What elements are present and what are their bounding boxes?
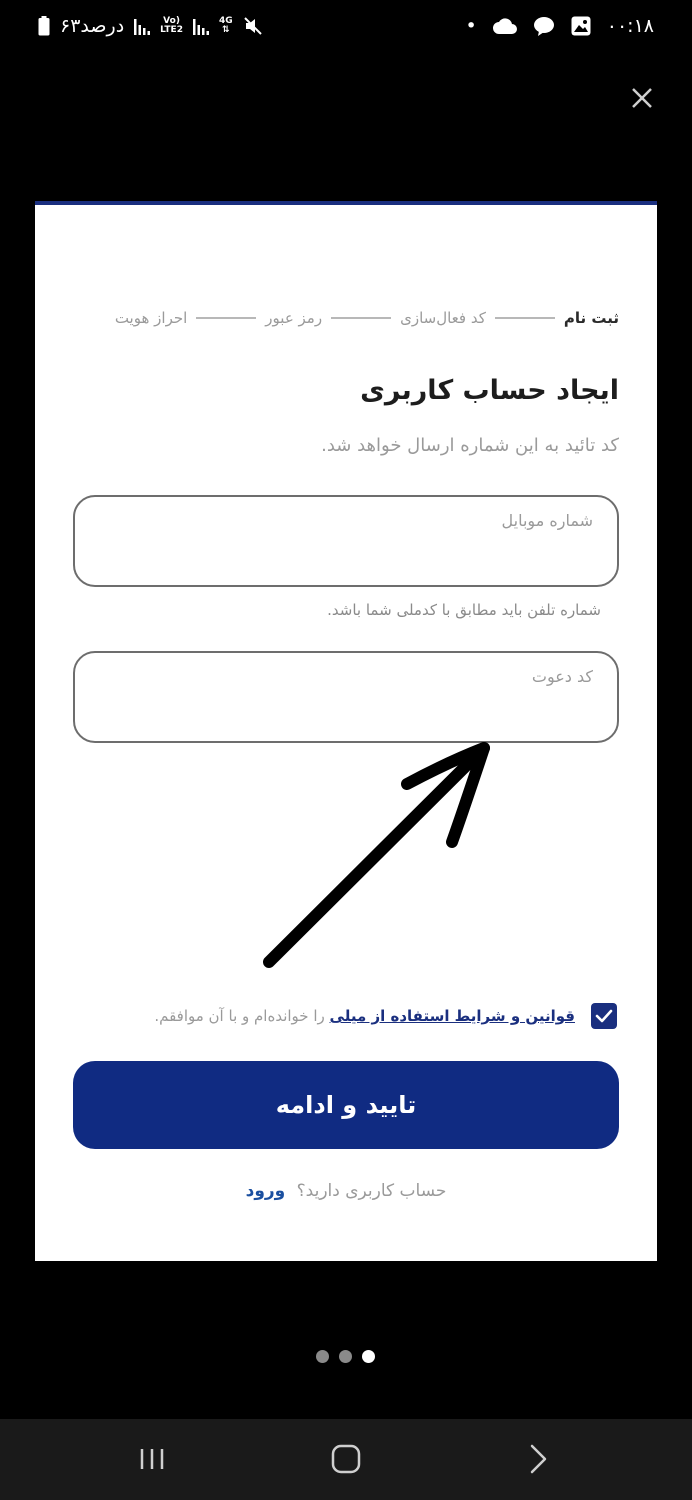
login-row: حساب کاربری دارید؟ ورود	[35, 1181, 657, 1201]
invite-code-input[interactable]	[75, 653, 617, 741]
hand-drawn-arrow-icon	[263, 742, 490, 968]
invite-code-field[interactable]: کد دعوت	[73, 651, 619, 743]
volte-indicator: Vo) LTE2	[160, 17, 183, 35]
submit-button[interactable]: تایید و ادامه	[73, 1061, 619, 1149]
page-dot-3[interactable]	[362, 1350, 375, 1363]
signup-stepper: ثبت نام کد فعال‌سازی رمز عبور احراز هویت	[73, 309, 619, 327]
signal-icon-2	[192, 19, 209, 35]
step-signup: ثبت نام	[563, 309, 619, 327]
step-password: رمز عبور	[265, 309, 323, 327]
signal-icon	[134, 19, 151, 35]
terms-text: قوانین و شرایط استفاده از میلی را خوانده…	[154, 1007, 575, 1025]
step-identity-verification: احراز هویت	[114, 309, 188, 327]
terms-suffix: را خوانده‌ام و با آن موافقم.	[154, 1007, 325, 1025]
step-activation-code: کد فعال‌سازی	[400, 309, 486, 327]
page-indicator	[316, 1350, 375, 1363]
home-icon[interactable]	[326, 1441, 366, 1477]
close-icon[interactable]	[628, 84, 656, 112]
step-divider	[331, 317, 392, 319]
status-right: • ۰۰:۱۸	[466, 15, 654, 37]
recent-apps-icon[interactable]	[132, 1441, 172, 1477]
volte-bottom: LTE2	[160, 25, 183, 35]
data-arrows-icon: ⇅	[222, 25, 230, 35]
status-bar: ۶۳درصد Vo) LTE2 4G ⇅ • ۰۰:۱۸	[0, 0, 692, 58]
checkmark-icon	[595, 1009, 613, 1023]
login-prompt: حساب کاربری دارید؟	[296, 1181, 447, 1201]
battery-icon	[38, 16, 50, 36]
mobile-input[interactable]	[75, 497, 617, 585]
battery-percent: ۶۳درصد	[60, 15, 125, 37]
page-dot-2[interactable]	[339, 1350, 352, 1363]
network-type: 4G ⇅	[219, 17, 233, 35]
mobile-field[interactable]: شماره موبایل	[73, 495, 619, 587]
page-subtitle: کد تائید به این شماره ارسال خواهد شد.	[321, 435, 619, 456]
cloud-icon	[492, 18, 517, 34]
status-dot: •	[465, 15, 477, 37]
status-left: ۶۳درصد Vo) LTE2 4G ⇅	[38, 15, 263, 37]
navigation-bar	[0, 1419, 692, 1500]
gallery-icon	[571, 16, 591, 36]
terms-checkbox[interactable]	[591, 1003, 617, 1029]
page-dot-1[interactable]	[316, 1350, 329, 1363]
step-divider	[494, 317, 555, 319]
clock: ۰۰:۱۸	[606, 15, 654, 37]
mute-icon	[243, 17, 262, 35]
step-divider	[196, 317, 257, 319]
terms-link[interactable]: قوانین و شرایط استفاده از میلی	[330, 1007, 575, 1025]
message-icon	[533, 17, 554, 36]
mobile-hint: شماره تلفن باید مطابق با کدملی شما باشد.	[327, 601, 601, 619]
terms-row: قوانین و شرایط استفاده از میلی را خوانده…	[75, 1003, 617, 1029]
signup-card: ثبت نام کد فعال‌سازی رمز عبور احراز هویت…	[35, 201, 657, 1261]
login-link[interactable]: ورود	[246, 1181, 286, 1201]
back-icon[interactable]	[518, 1441, 558, 1477]
page-title: ایجاد حساب کاربری	[360, 375, 619, 406]
phone-screen: ۶۳درصد Vo) LTE2 4G ⇅ • ۰۰:۱۸ ثبت نام کد …	[0, 0, 692, 1500]
